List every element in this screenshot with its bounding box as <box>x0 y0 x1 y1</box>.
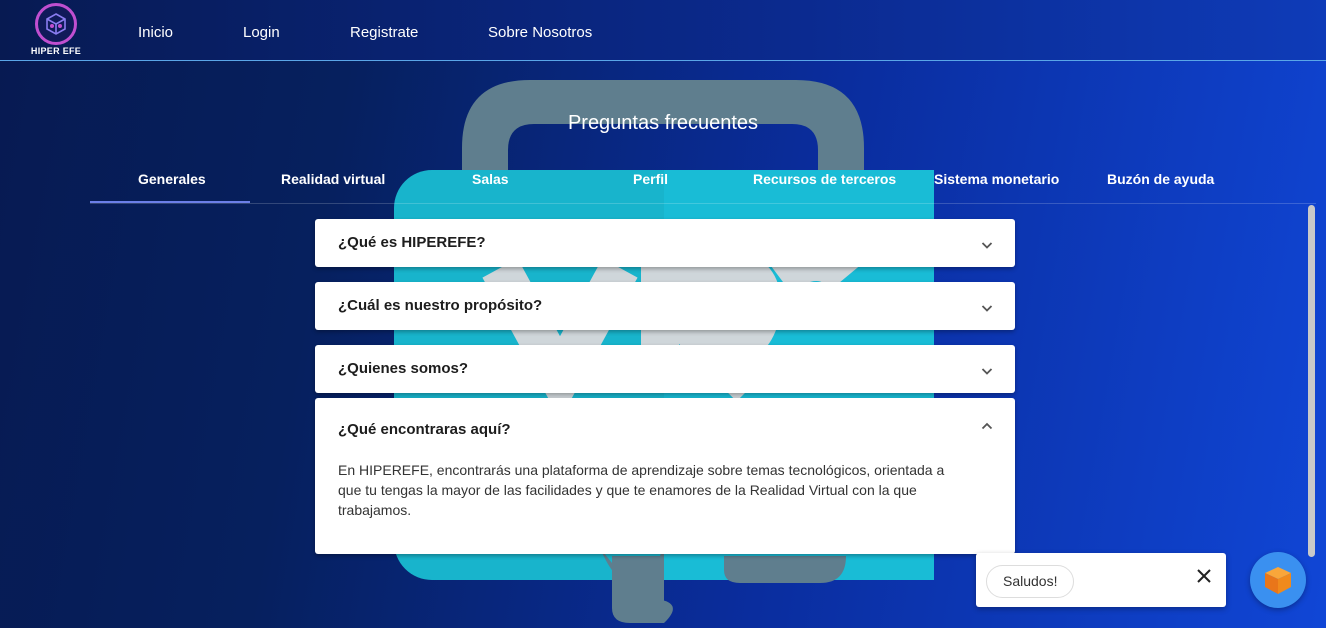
active-tab-indicator <box>90 201 250 203</box>
faq-item[interactable]: ¿Qué es HIPEREFE? <box>315 219 1015 267</box>
close-icon[interactable] <box>1195 567 1213 585</box>
nav-login[interactable]: Login <box>243 24 280 41</box>
tab-recursos-de-terceros[interactable]: Recursos de terceros <box>753 171 896 187</box>
faq-question: ¿Cuál es nuestro propósito? <box>338 297 543 314</box>
faq-tabs: Generales Realidad virtual Salas Perfil … <box>90 171 1316 204</box>
nav-sobre-nosotros[interactable]: Sobre Nosotros <box>488 24 592 41</box>
brand-logo[interactable]: HIPER EFE <box>28 3 84 59</box>
page-scrollbar[interactable] <box>1308 205 1315 557</box>
faq-answer: En HIPEREFE, encontrarás una plataforma … <box>338 462 945 518</box>
logo-text: HIPER EFE <box>30 46 82 56</box>
nav-inicio[interactable]: Inicio <box>138 24 173 41</box>
faq-question: ¿Quienes somos? <box>338 360 469 377</box>
chat-greeting-popup: Saludos! <box>976 553 1226 607</box>
vr-cube-logo-icon <box>46 13 66 35</box>
tab-buzon-de-ayuda[interactable]: Buzón de ayuda <box>1107 171 1214 187</box>
tab-sistema-monetario[interactable]: Sistema monetario <box>934 171 1059 187</box>
nav-registrate[interactable]: Registrate <box>350 24 418 41</box>
tab-realidad-virtual[interactable]: Realidad virtual <box>281 171 385 187</box>
tab-perfil[interactable]: Perfil <box>633 171 668 187</box>
faq-question: ¿Qué encontraras aquí? <box>338 421 511 438</box>
faq-item[interactable]: ¿Cuál es nuestro propósito? <box>315 282 1015 330</box>
faq-question: ¿Qué es HIPEREFE? <box>338 234 486 251</box>
chat-message[interactable]: Saludos! <box>986 565 1075 598</box>
tab-generales[interactable]: Generales <box>138 171 206 187</box>
logo-emblem <box>35 3 77 45</box>
faq-item-expanded[interactable]: ¿Qué encontraras aquí? En HIPEREFE, enco… <box>315 398 1015 554</box>
chevron-down-icon[interactable] <box>981 302 993 314</box>
cube-icon <box>1265 567 1291 594</box>
chat-launcher-button[interactable] <box>1250 552 1306 608</box>
faq-page-title: Preguntas frecuentes <box>567 112 759 134</box>
chevron-up-icon[interactable] <box>981 420 993 432</box>
top-navbar: HIPER EFE Inicio Login Registrate Sobre … <box>0 0 1326 61</box>
chevron-down-icon[interactable] <box>981 365 993 377</box>
chevron-down-icon[interactable] <box>981 239 993 251</box>
faq-item[interactable]: ¿Quienes somos? <box>315 345 1015 393</box>
tab-salas[interactable]: Salas <box>472 171 509 187</box>
